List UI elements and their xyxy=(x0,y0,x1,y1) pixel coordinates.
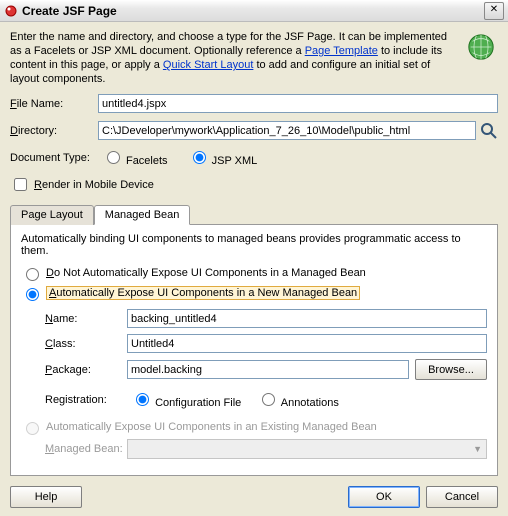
close-button[interactable]: ✕ xyxy=(484,2,504,20)
help-button[interactable]: Help xyxy=(10,486,82,508)
cancel-button[interactable]: Cancel xyxy=(426,486,498,508)
tab-page-layout[interactable]: Page Layout xyxy=(10,205,94,225)
existing-bean-combo: ▼ xyxy=(127,439,487,459)
opt-existing-label: Automatically Expose UI Components in an… xyxy=(46,421,377,433)
reg-annotations-radio[interactable]: Annotations xyxy=(257,390,339,409)
bean-name-label: Name: xyxy=(45,313,127,325)
directory-label: Directory: xyxy=(10,125,98,137)
bean-class-label: Class: xyxy=(45,338,127,350)
tab-managed-bean[interactable]: Managed Bean xyxy=(94,205,191,225)
opt-new-radio[interactable] xyxy=(26,288,39,301)
file-name-label: File Name: xyxy=(10,98,98,110)
globe-icon xyxy=(464,30,498,64)
intro-text: Enter the name and directory, and choose… xyxy=(10,30,454,86)
window-title: Create JSF Page xyxy=(22,4,484,18)
bean-class-input[interactable] xyxy=(127,334,487,353)
app-icon xyxy=(4,4,18,18)
opt-none-label[interactable]: Do Not Automatically Expose UI Component… xyxy=(46,267,366,279)
opt-existing-radio xyxy=(26,422,39,435)
opt-new-label[interactable]: Automatically Expose UI Components in a … xyxy=(46,286,360,300)
render-mobile-label: Render in Mobile Device xyxy=(34,179,154,191)
existing-bean-label: Managed Bean: xyxy=(45,443,127,455)
bean-name-input[interactable] xyxy=(127,309,487,328)
managed-bean-description: Automatically binding UI components to m… xyxy=(21,233,487,257)
chevron-down-icon: ▼ xyxy=(473,444,482,454)
file-name-input[interactable] xyxy=(98,94,498,113)
doc-type-label: Document Type: xyxy=(10,152,90,164)
opt-none-radio[interactable] xyxy=(26,268,39,281)
jsp-xml-radio[interactable]: JSP XML xyxy=(188,148,258,167)
reg-config-radio[interactable]: Configuration File xyxy=(131,390,241,409)
ok-button[interactable]: OK xyxy=(348,486,420,508)
page-template-link[interactable]: Page Template xyxy=(305,45,378,57)
directory-input[interactable] xyxy=(98,121,476,140)
bean-package-input[interactable] xyxy=(127,360,409,379)
render-mobile-checkbox[interactable] xyxy=(14,178,27,191)
quick-start-layout-link[interactable]: Quick Start Layout xyxy=(163,59,254,71)
browse-directory-icon[interactable] xyxy=(480,122,498,140)
bean-package-label: Package: xyxy=(45,364,127,376)
browse-package-button[interactable]: Browse... xyxy=(415,359,487,380)
facelets-radio[interactable]: Facelets xyxy=(102,148,168,167)
registration-label: Registration: xyxy=(45,394,125,406)
